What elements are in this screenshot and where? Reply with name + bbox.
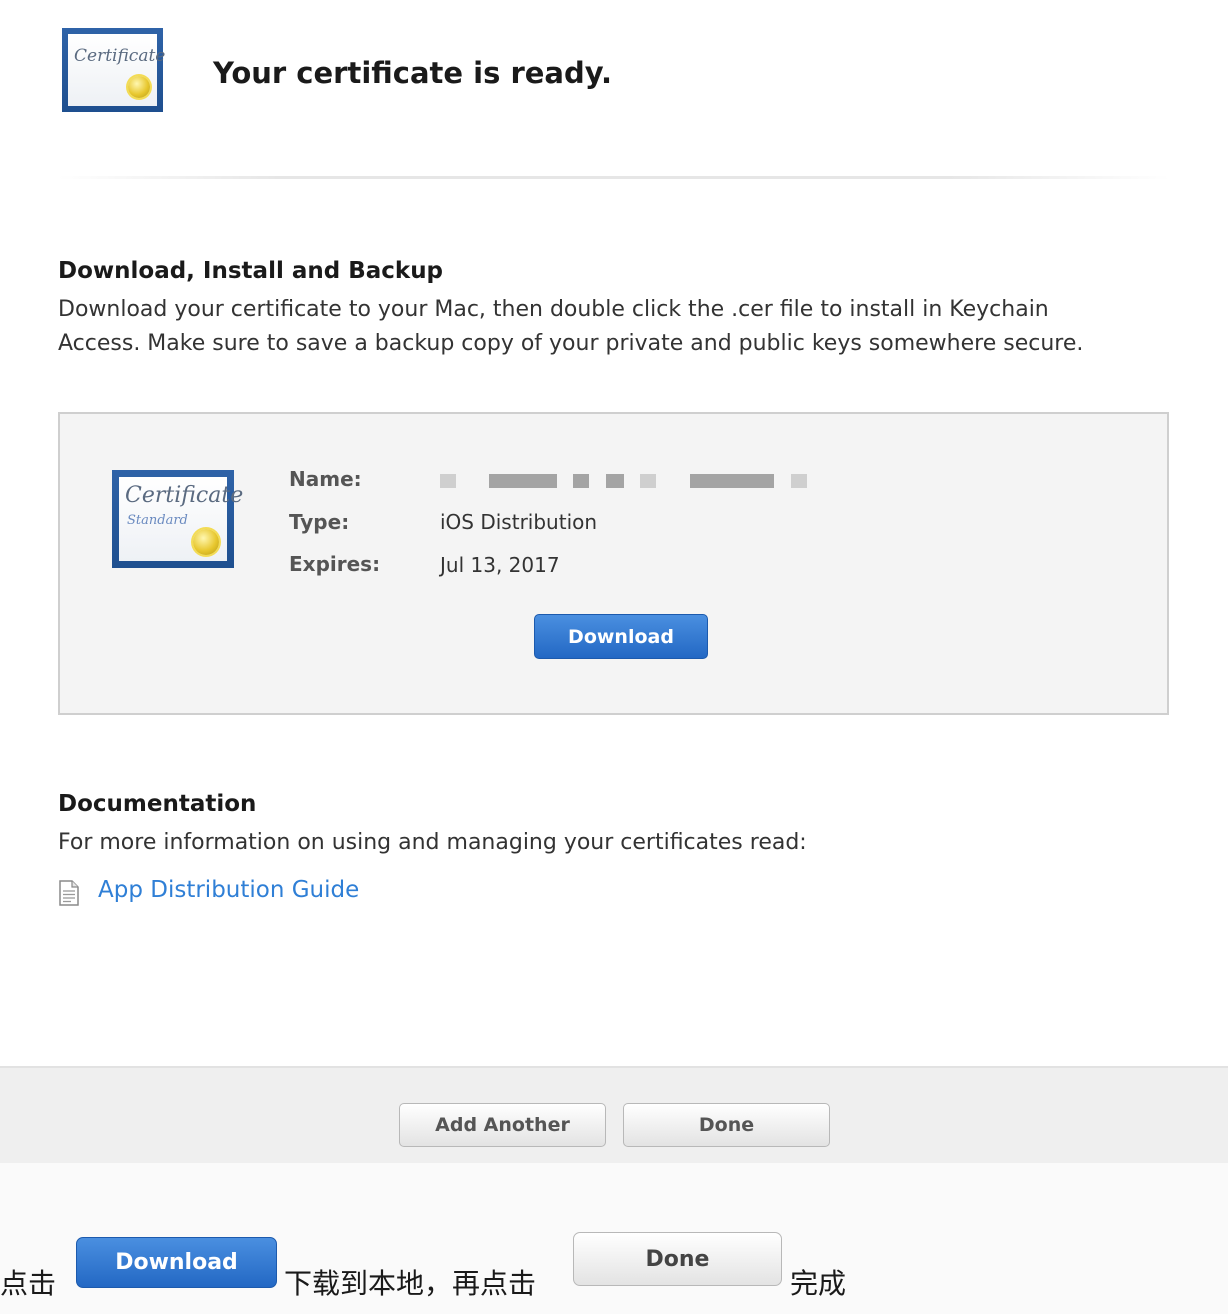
done-button[interactable]: Done [623, 1103, 830, 1147]
certificate-standard-text: Standard [127, 513, 188, 528]
seal-icon [128, 76, 150, 98]
certificate-script-text: Certificate [125, 483, 244, 508]
documentation-heading: Documentation [58, 791, 257, 817]
certificate-large-icon: Certificate Standard [112, 470, 243, 568]
install-section-heading: Download, Install and Backup [58, 258, 444, 284]
install-description-line1: Download your certificate to your Mac, t… [58, 297, 1049, 322]
header-divider [58, 176, 1170, 179]
name-label: Name: [289, 467, 362, 491]
install-description-line2: Access. Make sure to save a backup copy … [58, 331, 1084, 356]
seal-icon [193, 529, 219, 555]
caption-done-button: Done [573, 1232, 782, 1286]
caption-download-button: Download [76, 1237, 277, 1288]
caption-text-click: 点击 [0, 1267, 57, 1300]
footer-bar [0, 1066, 1228, 1163]
app-distribution-guide-link[interactable]: App Distribution Guide [98, 877, 359, 903]
type-label: Type: [289, 510, 350, 534]
download-button[interactable]: Download [534, 614, 708, 659]
caption-text-download-local: 下载到本地，再点击 [284, 1267, 537, 1300]
caption-text-finish: 完成 [790, 1267, 847, 1300]
expires-label: Expires: [289, 552, 381, 576]
documentation-description: For more information on using and managi… [58, 830, 807, 855]
page-title: Your certificate is ready. [213, 56, 613, 90]
certificate-icon: Certificate [62, 28, 166, 112]
type-value: iOS Distribution [440, 510, 598, 534]
document-icon [59, 880, 79, 906]
certificate-script-text: Certificate [74, 46, 166, 66]
expires-value: Jul 13, 2017 [440, 553, 560, 577]
add-another-button[interactable]: Add Another [399, 1103, 606, 1147]
redacted-name-value [440, 474, 810, 490]
